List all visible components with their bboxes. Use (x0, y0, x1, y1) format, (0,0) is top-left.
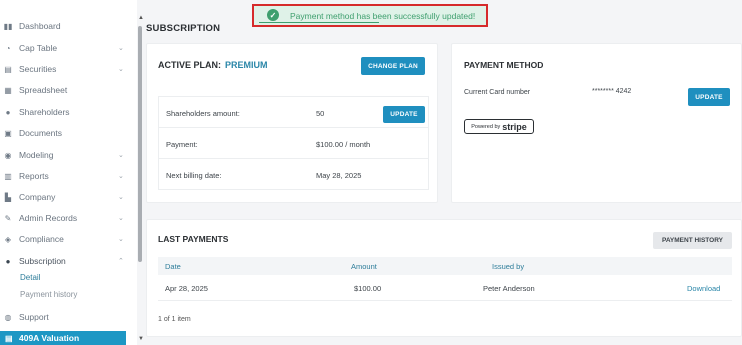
sidebar-item-subscription[interactable]: ● Subscription ⌃ (0, 251, 130, 271)
cell-date: Apr 28, 2025 (165, 284, 208, 293)
active-plan-label: ACTIVE PLAN: (158, 60, 221, 70)
sidebar-item-reports[interactable]: ▥ Reports ⌄ (0, 166, 130, 186)
sidebar-item-documents[interactable]: ▣ Documents (0, 123, 130, 143)
sidebar-subitem-payment-history[interactable]: Payment history (20, 290, 77, 299)
building-icon: ▙ (4, 192, 12, 202)
stripe-powered-text: Powered by (471, 123, 501, 130)
table-header-row: Date Amount Issued by (158, 257, 732, 275)
scroll-down-arrow-icon[interactable]: ▼ (138, 336, 144, 342)
pagination-summary: 1 of 1 item (158, 316, 191, 323)
check-circle-icon: ✓ (267, 9, 279, 21)
chevron-down-icon: ⌄ (118, 236, 124, 243)
success-toast: ✓ Payment method has been successfully u… (252, 4, 488, 27)
dashboard-icon: ▮▮ (3, 21, 13, 31)
plan-row-label: Next billing date: (166, 171, 222, 180)
sidebar-item-label: Admin Records (19, 213, 78, 223)
sidebar-item-dashboard[interactable]: ▮▮ Dashboard (0, 16, 130, 36)
sidebar-item-label: Subscription (19, 256, 66, 266)
sidebar-item-label: 409A Valuation (19, 333, 80, 343)
page-title: SUBSCRIPTION (146, 23, 221, 34)
plan-row-payment: Payment: $100.00 / month (159, 128, 429, 159)
lightbulb-icon: ◉ (4, 150, 12, 160)
pie-chart-icon: ◔ (5, 43, 11, 53)
pen-icon: ✎ (4, 213, 12, 223)
sidebar-item-compliance[interactable]: ◈ Compliance ⌄ (0, 229, 130, 249)
sidebar-item-label: Company (19, 192, 56, 202)
spreadsheet-icon: ▦ (4, 85, 12, 95)
user-icon: ● (5, 107, 11, 117)
plan-row-label: Shareholders amount: (166, 109, 240, 118)
sidebar-item-label: Spreadsheet (19, 85, 68, 95)
sidebar-item-company[interactable]: ▙ Company ⌄ (0, 187, 130, 207)
cell-issued-by: Peter Anderson (483, 284, 535, 293)
plan-name: PREMIUM (225, 60, 268, 70)
payment-method-heading: PAYMENT METHOD (464, 60, 544, 70)
chevron-down-icon: ⌄ (118, 173, 124, 180)
scroll-up-arrow-icon[interactable]: ▲ (138, 15, 144, 21)
chevron-up-icon: ⌃ (118, 258, 124, 265)
support-icon: ◍ (4, 312, 12, 322)
chevron-down-icon: ⌄ (118, 66, 124, 73)
plan-row-value: May 28, 2025 (316, 171, 362, 180)
shield-icon: ◈ (4, 234, 12, 244)
card-number-value: ******** 4242 (592, 88, 632, 95)
update-shareholders-button[interactable]: UPDATE (383, 106, 425, 123)
payment-method-card: PAYMENT METHOD Current Card number *****… (451, 43, 742, 203)
sidebar-item-securities[interactable]: ▤ Securities ⌄ (0, 59, 130, 79)
sidebar-item-shareholders[interactable]: ● Shareholders (0, 102, 130, 122)
last-payments-heading: LAST PAYMENTS (158, 234, 229, 244)
stripe-logo-icon: stripe (502, 121, 527, 132)
cell-amount: $100.00 (354, 284, 382, 293)
sidebar: ▮▮ Dashboard ◔ Cap Table ⌄ ▤ Securities … (0, 0, 137, 345)
column-header-date: Date (165, 262, 181, 271)
column-header-issued-by: Issued by (492, 262, 525, 271)
sidebar-item-label: Reports (19, 171, 49, 181)
sidebar-item-support[interactable]: ◍ Support (0, 307, 130, 327)
column-header-amount: Amount (351, 262, 377, 271)
sidebar-item-label: Dashboard (19, 21, 61, 31)
toast-message: Payment method has been successfully upd… (290, 11, 476, 21)
toast-progress-bar (259, 22, 379, 23)
chevron-down-icon: ⌄ (118, 215, 124, 222)
sidebar-subitem-detail[interactable]: Detail (20, 273, 40, 282)
document-icon: ▣ (4, 128, 12, 138)
chevron-down-icon: ⌄ (118, 194, 124, 201)
valuation-icon: ▤ (5, 333, 13, 343)
change-plan-button[interactable]: CHANGE PLAN (361, 57, 425, 75)
sidebar-item-spreadsheet[interactable]: ▦ Spreadsheet (0, 80, 130, 100)
sidebar-item-label: Shareholders (19, 107, 70, 117)
scrollbar-thumb[interactable] (138, 26, 142, 262)
payment-history-button[interactable]: PAYMENT HISTORY (653, 232, 732, 249)
sidebar-item-label: Securities (19, 64, 57, 74)
active-plan-heading: ACTIVE PLAN: PREMIUM (158, 60, 268, 70)
dollar-icon: ● (5, 256, 11, 266)
plan-row-value: $100.00 / month (316, 140, 371, 149)
update-payment-method-button[interactable]: UPDATE (688, 88, 730, 106)
last-payments-card: LAST PAYMENTS PAYMENT HISTORY Date Amoun… (146, 219, 742, 337)
plan-row-label: Payment: (166, 140, 198, 149)
clipboard-icon: ▤ (4, 64, 12, 74)
sidebar-item-label: Cap Table (19, 43, 58, 53)
sidebar-item-label: Compliance (19, 234, 64, 244)
chevron-down-icon: ⌄ (118, 45, 124, 52)
card-number-label: Current Card number (464, 89, 531, 96)
sidebar-item-admin-records[interactable]: ✎ Admin Records ⌄ (0, 208, 130, 228)
sidebar-item-label: Documents (19, 128, 62, 138)
sidebar-item-cap-table[interactable]: ◔ Cap Table ⌄ (0, 38, 130, 58)
plan-row-next-billing: Next billing date: May 28, 2025 (159, 159, 429, 190)
sidebar-item-label: Support (19, 312, 49, 322)
download-link[interactable]: Download (687, 284, 720, 293)
report-icon: ▥ (4, 171, 12, 181)
table-row: Apr 28, 2025 $100.00 Peter Anderson Down… (158, 277, 732, 301)
sidebar-item-modeling[interactable]: ◉ Modeling ⌄ (0, 145, 130, 165)
chevron-down-icon: ⌄ (118, 152, 124, 159)
sidebar-item-409a-valuation[interactable]: ▤ 409A Valuation (0, 331, 126, 345)
active-plan-card: ACTIVE PLAN: PREMIUM CHANGE PLAN Sharehol… (146, 43, 438, 203)
plan-row-value: 50 (316, 109, 325, 118)
sidebar-item-label: Modeling (19, 150, 54, 160)
powered-by-stripe-badge: Powered by stripe (464, 119, 534, 134)
